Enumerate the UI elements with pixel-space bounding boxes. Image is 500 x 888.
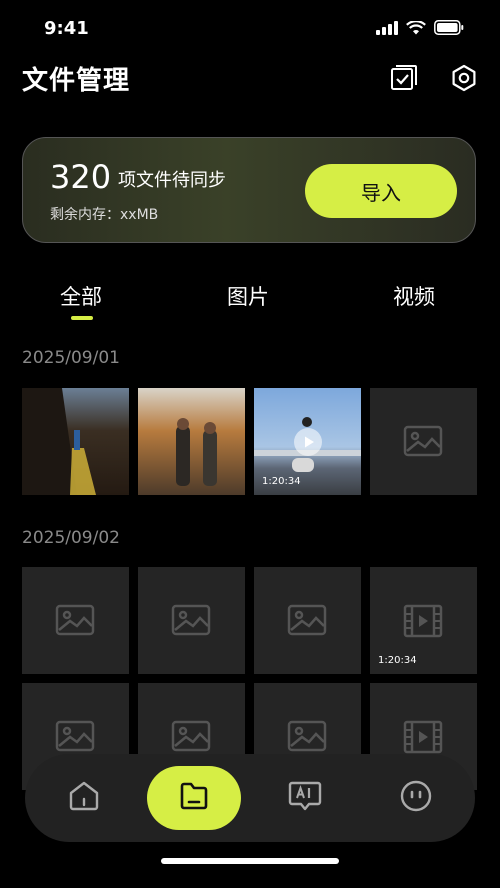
tab-images[interactable]: 图片 <box>227 281 269 311</box>
nav-ai[interactable] <box>281 774 329 822</box>
media-placeholder[interactable] <box>138 567 245 674</box>
wifi-icon <box>406 20 426 39</box>
import-button[interactable]: 导入 <box>305 164 457 218</box>
profile-icon <box>399 779 433 817</box>
video-thumbnail[interactable]: 1:20:34 <box>254 388 361 495</box>
media-grid: 1:20:34 <box>22 388 478 495</box>
sync-count: 320 <box>50 158 112 196</box>
gear-icon <box>450 64 478 96</box>
media-placeholder[interactable] <box>22 567 129 674</box>
status-bar: 9:41 <box>0 0 500 60</box>
video-placeholder-icon <box>403 604 443 642</box>
battery-icon <box>434 20 464 39</box>
media-thumbnail[interactable] <box>138 388 245 495</box>
image-placeholder-icon <box>287 604 327 640</box>
checklist-icon <box>390 64 418 96</box>
status-time: 9:41 <box>44 18 89 39</box>
image-placeholder-icon <box>171 720 211 756</box>
folder-icon <box>177 779 211 817</box>
select-button[interactable] <box>388 64 420 96</box>
storage-remaining: 剩余内存：xxMB <box>50 207 159 223</box>
signal-icon <box>376 20 398 39</box>
video-placeholder[interactable]: 1:20:34 <box>370 567 477 674</box>
ai-chat-icon <box>287 778 323 818</box>
nav-files[interactable] <box>147 766 241 830</box>
media-placeholder[interactable] <box>254 567 361 674</box>
video-duration: 1:20:34 <box>378 655 417 666</box>
video-placeholder-icon <box>403 720 443 758</box>
play-icon <box>294 428 322 460</box>
image-placeholder-icon <box>171 604 211 640</box>
active-tab-indicator <box>71 316 93 320</box>
media-thumbnail[interactable] <box>22 388 129 495</box>
image-placeholder-icon <box>403 425 443 461</box>
tab-all[interactable]: 全部 <box>60 281 102 311</box>
home-indicator <box>161 858 339 864</box>
sync-card: 320 项文件待同步 剩余内存：xxMB 导入 <box>22 137 476 243</box>
status-icons <box>376 20 464 39</box>
nav-profile[interactable] <box>392 774 440 822</box>
settings-button[interactable] <box>448 64 480 96</box>
media-placeholder[interactable] <box>370 388 477 495</box>
video-duration: 1:20:34 <box>262 476 301 487</box>
image-placeholder-icon <box>287 720 327 756</box>
tab-videos[interactable]: 视频 <box>393 281 435 311</box>
nav-home[interactable] <box>60 774 108 822</box>
image-placeholder-icon <box>55 720 95 756</box>
image-placeholder-icon <box>55 604 95 640</box>
group-date: 2025/09/01 <box>22 348 120 368</box>
page-title: 文件管理 <box>22 66 131 96</box>
group-date: 2025/09/02 <box>22 528 120 548</box>
home-icon <box>67 779 101 817</box>
sync-text: 项文件待同步 <box>118 170 226 191</box>
bottom-nav <box>25 754 475 842</box>
